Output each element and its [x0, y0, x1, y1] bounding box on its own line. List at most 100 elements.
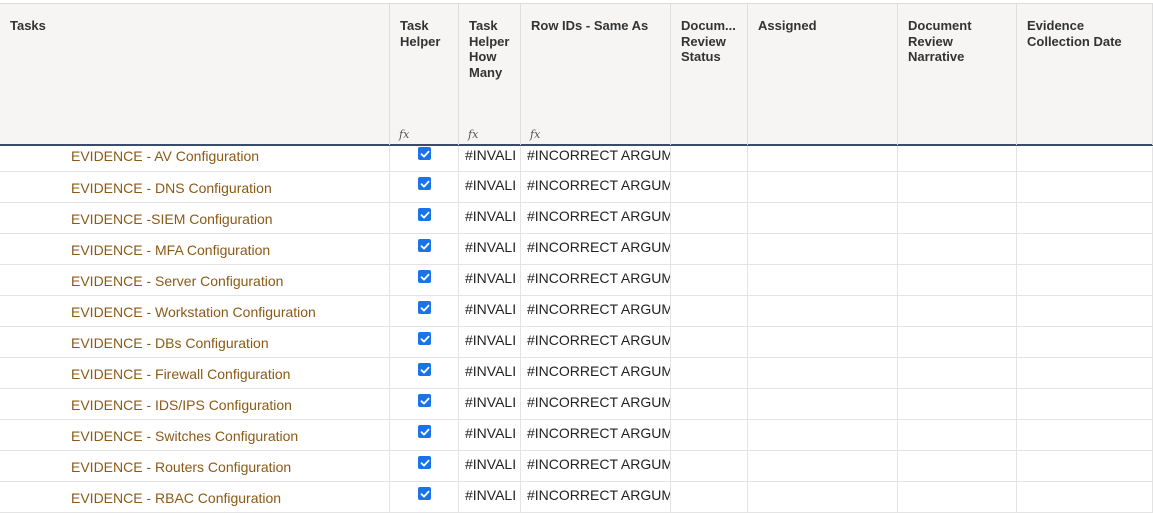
empty-cell[interactable]	[898, 389, 1017, 419]
checkbox-checked-icon[interactable]	[418, 456, 431, 469]
empty-cell[interactable]	[898, 203, 1017, 233]
table-row[interactable]: EVIDENCE - AV Configuration #INVALI #INCOR…	[0, 147, 1153, 172]
task-helper-how-many-cell[interactable]: #INVALI	[459, 482, 521, 512]
column-header-row-ids[interactable]: Row IDs - Same As fx	[521, 4, 671, 145]
formula-icon[interactable]: fx	[399, 127, 409, 143]
row-ids-cell[interactable]: #INCORRECT ARGUM	[521, 389, 671, 419]
empty-cell[interactable]	[1017, 172, 1153, 202]
table-row[interactable]: EVIDENCE - Switches Configuration #INVALI…	[0, 420, 1153, 451]
task-helper-cell[interactable]	[390, 203, 459, 233]
empty-cell[interactable]	[748, 203, 898, 233]
empty-cell[interactable]	[1017, 203, 1153, 233]
table-row[interactable]: EVIDENCE - DNS Configuration #INVALI #INCO…	[0, 172, 1153, 203]
task-cell[interactable]: EVIDENCE - MFA Configuration	[0, 234, 390, 264]
empty-cell[interactable]	[898, 358, 1017, 388]
row-ids-cell[interactable]: #INCORRECT ARGUM	[521, 327, 671, 357]
table-row[interactable]: EVIDENCE - Server Configuration #INVALI #I…	[0, 265, 1153, 296]
empty-cell[interactable]	[1017, 265, 1153, 295]
checkbox-checked-icon[interactable]	[418, 332, 431, 345]
empty-cell[interactable]	[748, 482, 898, 512]
row-ids-cell[interactable]: #INCORRECT ARGUM	[521, 296, 671, 326]
row-ids-cell[interactable]: #INCORRECT ARGUM	[521, 172, 671, 202]
empty-cell[interactable]	[748, 265, 898, 295]
empty-cell[interactable]	[898, 234, 1017, 264]
task-helper-cell[interactable]	[390, 358, 459, 388]
empty-cell[interactable]	[898, 327, 1017, 357]
task-helper-how-many-cell[interactable]: #INVALI	[459, 296, 521, 326]
task-cell[interactable]: EVIDENCE - Firewall Configuration	[0, 358, 390, 388]
empty-cell[interactable]	[748, 358, 898, 388]
empty-cell[interactable]	[1017, 327, 1153, 357]
task-cell[interactable]: EVIDENCE - Routers Configuration	[0, 451, 390, 481]
empty-cell[interactable]	[671, 172, 748, 202]
task-cell[interactable]: EVIDENCE -SIEM Configuration	[0, 203, 390, 233]
task-cell[interactable]: EVIDENCE - DBs Configuration	[0, 327, 390, 357]
column-header-evidence-date[interactable]: Evidence Collection Date	[1017, 4, 1153, 145]
empty-cell[interactable]	[1017, 482, 1153, 512]
checkbox-checked-icon[interactable]	[418, 363, 431, 376]
empty-cell[interactable]	[748, 172, 898, 202]
task-cell[interactable]: EVIDENCE - Server Configuration	[0, 265, 390, 295]
empty-cell[interactable]	[671, 389, 748, 419]
task-cell[interactable]: EVIDENCE - AV Configuration	[0, 147, 390, 171]
column-header-assigned[interactable]: Assigned	[748, 4, 898, 145]
row-ids-cell[interactable]: #INCORRECT ARGUM	[521, 420, 671, 450]
task-helper-how-many-cell[interactable]: #INVALI	[459, 234, 521, 264]
empty-cell[interactable]	[671, 147, 748, 171]
task-cell[interactable]: EVIDENCE - IDS/IPS Configuration	[0, 389, 390, 419]
empty-cell[interactable]	[1017, 420, 1153, 450]
empty-cell[interactable]	[1017, 358, 1153, 388]
task-helper-cell[interactable]	[390, 234, 459, 264]
empty-cell[interactable]	[748, 327, 898, 357]
table-row[interactable]: EVIDENCE - DBs Configuration #INVALI #INCO…	[0, 327, 1153, 358]
table-row[interactable]: EVIDENCE - MFA Configuration #INVALI #INCO…	[0, 234, 1153, 265]
task-helper-cell[interactable]	[390, 327, 459, 357]
empty-cell[interactable]	[898, 147, 1017, 171]
empty-cell[interactable]	[1017, 234, 1153, 264]
empty-cell[interactable]	[898, 265, 1017, 295]
table-row[interactable]: EVIDENCE - RBAC Configuration #INVALI #INC…	[0, 482, 1153, 513]
task-helper-cell[interactable]	[390, 482, 459, 512]
formula-icon[interactable]: fx	[468, 127, 478, 143]
empty-cell[interactable]	[1017, 296, 1153, 326]
task-helper-how-many-cell[interactable]: #INVALI	[459, 172, 521, 202]
row-ids-cell[interactable]: #INCORRECT ARGUM	[521, 234, 671, 264]
empty-cell[interactable]	[1017, 147, 1153, 171]
column-header-tasks[interactable]: Tasks	[0, 4, 390, 145]
task-helper-how-many-cell[interactable]: #INVALI	[459, 451, 521, 481]
checkbox-checked-icon[interactable]	[418, 425, 431, 438]
row-ids-cell[interactable]: #INCORRECT ARGUM	[521, 203, 671, 233]
empty-cell[interactable]	[898, 172, 1017, 202]
empty-cell[interactable]	[1017, 389, 1153, 419]
empty-cell[interactable]	[671, 451, 748, 481]
table-row[interactable]: EVIDENCE - Routers Configuration #INVALI #…	[0, 451, 1153, 482]
table-row[interactable]: EVIDENCE - Workstation Configuration #INV…	[0, 296, 1153, 327]
empty-cell[interactable]	[748, 296, 898, 326]
table-row[interactable]: EVIDENCE -SIEM Configuration #INVALI #INCO…	[0, 203, 1153, 234]
row-ids-cell[interactable]: #INCORRECT ARGUM	[521, 358, 671, 388]
checkbox-checked-icon[interactable]	[418, 487, 431, 500]
empty-cell[interactable]	[671, 203, 748, 233]
table-row[interactable]: EVIDENCE - Firewall Configuration #INVALI…	[0, 358, 1153, 389]
task-helper-how-many-cell[interactable]: #INVALI	[459, 358, 521, 388]
checkbox-checked-icon[interactable]	[418, 147, 431, 160]
empty-cell[interactable]	[671, 420, 748, 450]
task-helper-how-many-cell[interactable]: #INVALI	[459, 265, 521, 295]
task-helper-cell[interactable]	[390, 265, 459, 295]
empty-cell[interactable]	[898, 296, 1017, 326]
task-helper-how-many-cell[interactable]: #INVALI	[459, 147, 521, 171]
empty-cell[interactable]	[671, 358, 748, 388]
empty-cell[interactable]	[1017, 451, 1153, 481]
task-helper-how-many-cell[interactable]: #INVALI	[459, 327, 521, 357]
empty-cell[interactable]	[898, 482, 1017, 512]
row-ids-cell[interactable]: #INCORRECT ARGUM	[521, 265, 671, 295]
column-header-task-helper[interactable]: Task Helper fx	[390, 4, 459, 145]
task-cell[interactable]: EVIDENCE - DNS Configuration	[0, 172, 390, 202]
empty-cell[interactable]	[671, 482, 748, 512]
empty-cell[interactable]	[748, 389, 898, 419]
empty-cell[interactable]	[748, 234, 898, 264]
empty-cell[interactable]	[671, 296, 748, 326]
row-ids-cell[interactable]: #INCORRECT ARGUM	[521, 482, 671, 512]
empty-cell[interactable]	[898, 420, 1017, 450]
empty-cell[interactable]	[671, 234, 748, 264]
